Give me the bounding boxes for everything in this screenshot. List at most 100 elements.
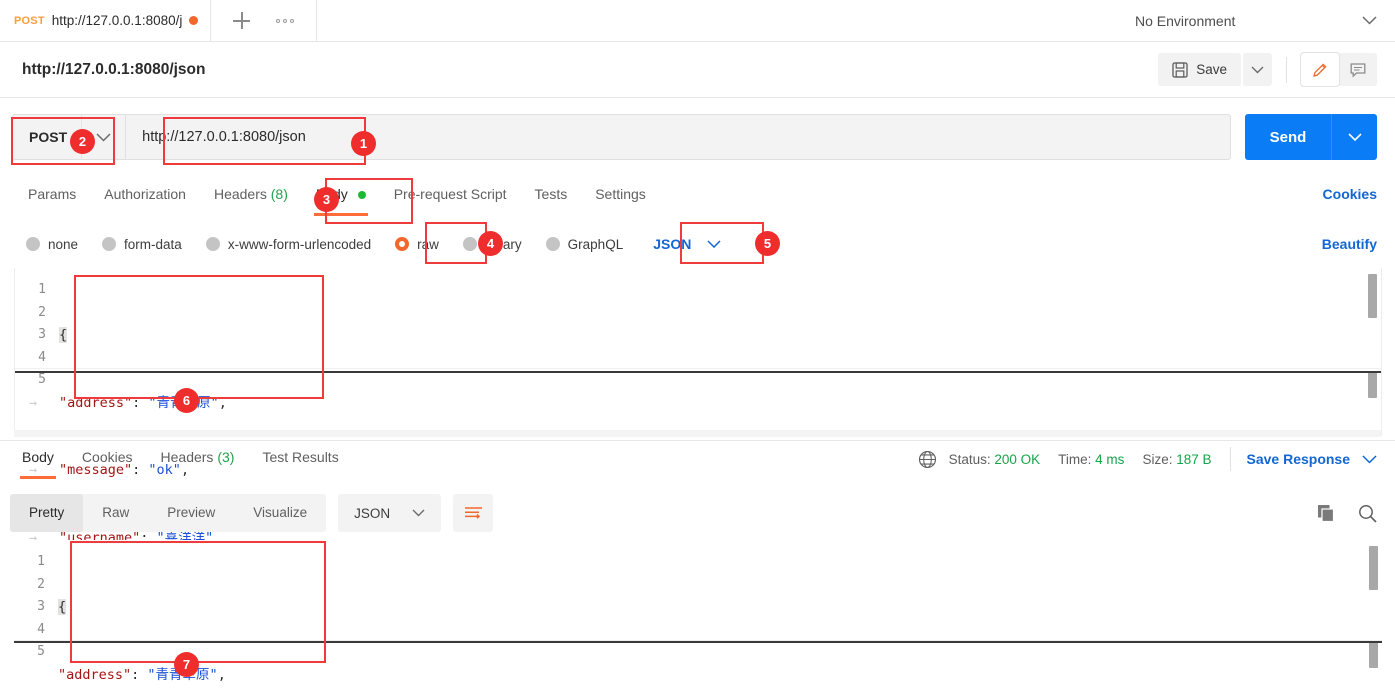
json-comma: , [218, 394, 227, 411]
body-type-label: x-www-form-urlencoded [227, 236, 372, 252]
search-icon[interactable] [1358, 504, 1377, 523]
plus-icon[interactable] [233, 12, 251, 29]
edit-mode-button[interactable] [1301, 53, 1339, 86]
header-divider [1286, 56, 1287, 83]
send-button[interactable]: Send [1245, 114, 1331, 160]
body-type-form-data[interactable]: form-data [90, 237, 194, 252]
radio-icon [205, 237, 220, 251]
url-input[interactable] [125, 114, 1231, 160]
save-response-button[interactable]: Save Response [1247, 451, 1351, 467]
view-mode-visualize[interactable]: Visualize [234, 494, 326, 532]
tab-label: Tests [534, 186, 568, 202]
view-mode-pretty[interactable]: Pretty [10, 494, 84, 532]
tab-pre-request-script[interactable]: Pre-request Script [380, 178, 521, 216]
save-button[interactable]: Save [1158, 53, 1241, 86]
json-value: "青青草原" [148, 394, 219, 411]
radio-icon-selected [395, 237, 410, 251]
http-method-selector[interactable]: POST [12, 114, 126, 160]
environment-label: No Environment [1135, 12, 1236, 29]
line-number: 4 [38, 349, 46, 365]
view-mode-group [1301, 53, 1377, 86]
request-body-editor[interactable]: 1 2 3 4 5 { → "address": "青青草原", → "messag… [14, 268, 1382, 613]
response-meta: Status: 200 OK Time: 4 ms Size: 187 B Sa… [918, 441, 1377, 471]
line-number: 4 [37, 621, 45, 637]
chevron-down-icon[interactable] [1362, 454, 1377, 464]
response-resize-handle[interactable] [14, 641, 1382, 643]
view-mode-preview[interactable]: Preview [148, 494, 234, 532]
json-value: "青青草原" [147, 666, 218, 683]
tab-count: (3) [217, 449, 235, 465]
json-comma: , [217, 666, 226, 683]
body-type-raw[interactable]: raw [383, 237, 451, 252]
response-tab-headers[interactable]: Headers (3) [147, 441, 249, 479]
line-number: 3 [38, 327, 46, 342]
request-editor-vscrollbar-lower[interactable] [1368, 372, 1377, 398]
request-code-content[interactable]: { → "address": "青青草原", → "message": "ok", … [29, 268, 1357, 613]
comment-button[interactable] [1339, 53, 1377, 86]
body-type-urlencoded[interactable]: x-www-form-urlencoded [194, 237, 383, 252]
postman-window: POST http://127.0.0.1:8080/j No Environm… [0, 0, 1395, 689]
body-type-binary[interactable]: binary [451, 237, 534, 252]
view-mode-raw[interactable]: Raw [83, 494, 148, 532]
tab-tests[interactable]: Tests [521, 178, 582, 216]
copy-icon[interactable] [1317, 504, 1336, 523]
tab-settings[interactable]: Settings [581, 178, 660, 216]
body-type-label: raw [417, 236, 439, 252]
response-editor-vscrollbar[interactable] [1369, 546, 1378, 590]
line-number: 5 [37, 644, 45, 659]
word-wrap-button[interactable] [453, 494, 494, 532]
request-editor-vscrollbar[interactable] [1368, 274, 1377, 318]
chevron-down-icon [707, 240, 721, 248]
time-value: 4 ms [1095, 451, 1125, 467]
tab-authorization[interactable]: Authorization [90, 178, 200, 216]
chevron-down-icon [1362, 16, 1377, 25]
json-key: "address" [58, 666, 132, 683]
chevron-down-icon [1251, 66, 1264, 73]
radio-icon [462, 237, 477, 251]
tab-params[interactable]: Params [14, 178, 90, 216]
line-number: 1 [37, 554, 45, 569]
line-number: 3 [37, 599, 45, 614]
environment-selector[interactable]: No Environment [1113, 0, 1395, 41]
request-section-tabs: Params Authorization Headers (8) Body Pr… [0, 178, 1395, 218]
tab-label: Cookies [81, 449, 133, 465]
request-editor-hscrollbar[interactable] [14, 430, 1381, 437]
response-code-content[interactable]: { "address": "青青草原", "message": "ok", "u… [58, 540, 1358, 689]
body-type-row: none form-data x-www-form-urlencoded raw… [0, 226, 1395, 262]
response-tab-test-results[interactable]: Test Results [248, 441, 352, 479]
code-line: → "address": "青青草原", [29, 392, 1357, 415]
body-type-none[interactable]: none [14, 237, 90, 252]
save-options-button[interactable] [1243, 53, 1272, 86]
globe-icon [918, 450, 936, 468]
method-caret[interactable] [81, 114, 125, 160]
cookies-link[interactable]: Cookies [1323, 178, 1377, 210]
chevron-down-icon [1347, 132, 1362, 141]
body-format-selector[interactable]: JSON [641, 236, 733, 252]
response-section-tabs: Body Cookies Headers (3) Test Results St… [0, 441, 1395, 485]
line-number: 1 [38, 282, 46, 297]
response-tab-body[interactable]: Body [8, 441, 68, 479]
body-format-label: JSON [653, 236, 692, 252]
response-toolbar: Pretty Raw Preview Visualize JSON [10, 493, 1385, 533]
response-tab-cookies[interactable]: Cookies [68, 441, 147, 479]
time-meta: Time: 4 ms [1058, 452, 1124, 467]
ellipsis-icon[interactable] [276, 18, 295, 23]
response-format-selector[interactable]: JSON [338, 494, 442, 532]
editor-resize-handle[interactable] [15, 371, 1381, 373]
body-type-label: none [48, 236, 79, 252]
response-body-viewer[interactable]: 1 2 3 4 5 { "address": "青青草原", "message"… [14, 540, 1382, 689]
tab-headers[interactable]: Headers (8) [200, 178, 302, 216]
tab-body[interactable]: Body [302, 178, 380, 216]
response-editor-vscrollbar-lower[interactable] [1369, 642, 1378, 668]
tab-label: Params [28, 186, 77, 202]
header-actions: Save [1158, 53, 1377, 86]
radio-icon [545, 237, 560, 251]
response-view-modes: Pretty Raw Preview Visualize [10, 494, 327, 532]
tab-arrow-icon: → [29, 394, 38, 411]
body-type-graphql[interactable]: GraphQL [534, 237, 636, 252]
save-button-label: Save [1196, 62, 1227, 77]
send-options-button[interactable] [1331, 114, 1377, 160]
beautify-link[interactable]: Beautify [1322, 236, 1377, 252]
request-tab[interactable]: POST http://127.0.0.1:8080/j [0, 0, 212, 41]
url-bar: POST Send [0, 99, 1395, 175]
